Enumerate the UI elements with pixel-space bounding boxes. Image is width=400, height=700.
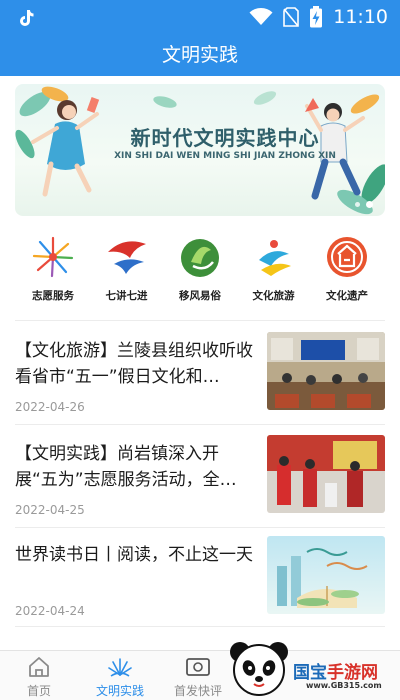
category-customs[interactable]: 移风易俗: [169, 234, 231, 314]
nav-first-review[interactable]: 首发快评: [168, 655, 228, 699]
banner-title: 新时代文明实践中心: [130, 126, 320, 150]
nav-home[interactable]: 首页: [9, 655, 69, 699]
home-icon: [29, 657, 49, 677]
news-item[interactable]: 世界读书日丨阅读，不止这一天 2022-04-24: [15, 536, 385, 628]
carousel-dot-active: [366, 201, 373, 208]
no-sim-icon: [283, 7, 300, 27]
news-date: 2022-04-24: [15, 604, 85, 618]
customs-icon: [181, 239, 219, 277]
nav-label: 首发快评: [173, 684, 222, 698]
heritage-icon: [327, 237, 367, 277]
watermark-url: www.GB315.com: [306, 681, 382, 690]
watermark-brand-red: 手游网: [327, 663, 378, 683]
category-grid: 志愿服务 七讲七进 移风易俗 文化旅游 文化遗产: [0, 234, 400, 314]
news-item[interactable]: 【文化旅游】兰陵县组织收听收看省市“五一”假日文化和… 2022-04-26: [15, 332, 385, 424]
divider: [15, 527, 385, 528]
category-label: 文化旅游: [252, 290, 295, 302]
banner-carousel[interactable]: 新时代文明实践中心 XIN SHI DAI WEN MING SHI JIAN …: [15, 84, 385, 216]
divider: [15, 626, 385, 627]
news-headline: 【文化旅游】兰陵县组织收听收看省市“五一”假日文化和…: [15, 341, 253, 387]
sunrise-icon: [108, 658, 132, 677]
carousel-indicator: [355, 201, 373, 208]
news-thumbnail: [267, 435, 385, 513]
carousel-dot: [355, 202, 360, 207]
culture-tourism-icon: [258, 240, 291, 276]
category-seven-lectures[interactable]: 七讲七进: [96, 234, 158, 314]
system-tray: 11:10: [249, 6, 388, 28]
nav-label: 文明实践: [95, 684, 144, 698]
news-headline: 【文明实践】尚岩镇深入开展“五为”志愿服务活动，全…: [15, 444, 237, 490]
category-label: 七讲七进: [105, 290, 148, 302]
divider: [15, 320, 385, 321]
watermark-brand: 国宝手游网: [293, 658, 378, 683]
watermark-brand-blue: 国宝: [293, 663, 327, 683]
clock: 11:10: [333, 6, 388, 28]
battery-charging-icon: [310, 6, 323, 28]
panda-logo-icon: [230, 642, 288, 696]
category-label: 文化遗产: [326, 290, 368, 302]
category-label: 移风易俗: [179, 290, 221, 302]
news-date: 2022-04-26: [15, 400, 85, 414]
tiktok-icon: [20, 10, 34, 26]
category-volunteer[interactable]: 志愿服务: [22, 234, 84, 314]
news-thumbnail: [267, 332, 385, 410]
film-icon: [186, 658, 210, 676]
wifi-icon: [249, 8, 273, 25]
news-date: 2022-04-25: [15, 503, 85, 517]
page-title: 文明实践: [0, 36, 400, 76]
status-bar: 11:10: [0, 0, 400, 36]
site-watermark: 国宝手游网 www.GB315.com: [226, 640, 398, 698]
category-heritage[interactable]: 文化遗产: [316, 234, 378, 314]
news-thumbnail: [267, 536, 385, 614]
nav-civilization-practice[interactable]: 文明实践: [90, 655, 150, 699]
news-headline: 世界读书日丨阅读，不止这一天: [15, 545, 253, 565]
category-culture-tourism[interactable]: 文化旅游: [243, 234, 305, 314]
divider: [15, 424, 385, 425]
news-item[interactable]: 【文明实践】尚岩镇深入开展“五为”志愿服务活动，全… 2022-04-25: [15, 435, 385, 527]
nav-label: 首页: [26, 684, 51, 698]
volunteer-icon: [32, 236, 74, 278]
category-label: 志愿服务: [32, 290, 74, 302]
banner-subtitle: XIN SHI DAI WEN MING SHI JIAN ZHONG XIN: [114, 151, 336, 161]
seven-lectures-icon: [107, 241, 146, 274]
